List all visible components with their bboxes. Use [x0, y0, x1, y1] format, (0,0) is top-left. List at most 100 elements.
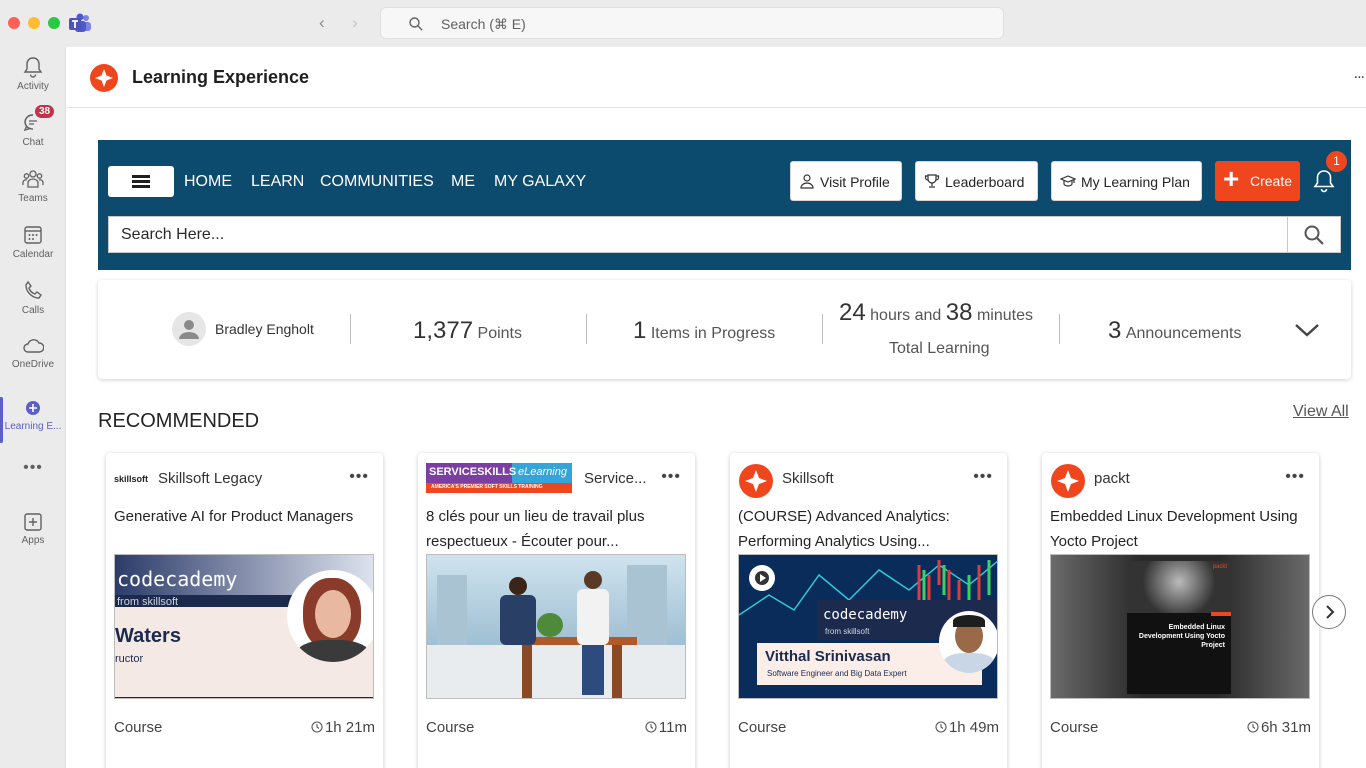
hours-label: hours and: [870, 307, 942, 324]
divider: [1059, 314, 1060, 344]
rail-item-calendar[interactable]: Calendar: [0, 223, 66, 275]
rail-item-teams[interactable]: Teams: [0, 167, 66, 219]
skillsoft-logo-icon: [739, 464, 773, 498]
learning-experience-logo-icon: [90, 64, 118, 92]
avatar[interactable]: [172, 312, 206, 346]
nav-communities[interactable]: COMMUNITIES: [320, 173, 434, 191]
notification-bell-icon[interactable]: [1312, 168, 1336, 194]
thumb-role: Software Engineer and Big Data Expert: [767, 669, 907, 678]
points-stat[interactable]: 1,377 Points: [413, 317, 522, 345]
learning-nav-bar: HOME LEARN COMMUNITIES ME MY GALAXY Visi…: [98, 140, 1351, 270]
close-window-button[interactable]: [8, 17, 20, 29]
nav-me[interactable]: ME: [451, 173, 475, 191]
course-thumbnail[interactable]: packt Embedded Linux Development Using Y…: [1050, 554, 1310, 699]
teams-search-box[interactable]: Search (⌘ E): [380, 7, 1004, 39]
learner-stats-bar: Bradley Engholt 1,377 Points 1 Items in …: [98, 280, 1351, 379]
provider-name: Skillsoft Legacy: [158, 470, 263, 487]
thumb-name: Waters: [115, 625, 181, 647]
back-arrow-icon[interactable]: ‹: [319, 13, 325, 33]
nav-my-galaxy[interactable]: MY GALAXY: [494, 173, 586, 191]
course-type: Course: [426, 719, 475, 736]
rail-item-activity[interactable]: Activity: [0, 55, 66, 107]
nav-learn[interactable]: LEARN: [251, 173, 304, 191]
carousel-next-button[interactable]: [1312, 595, 1346, 629]
visit-profile-button[interactable]: Visit Profile: [790, 161, 902, 201]
zoom-window-button[interactable]: [48, 17, 60, 29]
chevron-down-icon[interactable]: [1294, 322, 1320, 338]
total-learning-stat[interactable]: 24 hours and 38 minutes: [839, 299, 1033, 327]
thumb-sub: from skillsoft: [825, 627, 870, 636]
card-more-icon[interactable]: •••: [349, 468, 369, 486]
minutes-label: minutes: [976, 307, 1033, 324]
search-icon: [409, 17, 423, 31]
course-thumbnail[interactable]: codecademy from skillsoft Waters ructor: [114, 554, 374, 699]
rail-item-calls[interactable]: Calls: [0, 279, 66, 331]
visit-profile-label: Visit Profile: [820, 174, 890, 190]
course-title[interactable]: Generative AI for Product Managers: [114, 504, 376, 529]
announcements-stat[interactable]: 3 Announcements: [1108, 317, 1241, 345]
thumb-brand: codecademy: [117, 567, 238, 591]
card-more-icon[interactable]: •••: [1285, 468, 1305, 486]
course-type: Course: [114, 719, 163, 736]
course-card[interactable]: Skillsoft ••• (COURSE) Advanced Analytic…: [730, 453, 1007, 768]
rail-item-learning[interactable]: Learning E...: [0, 397, 66, 451]
user-icon: [800, 174, 814, 189]
calendar-icon: [24, 226, 42, 244]
content-search-placeholder: Search Here...: [121, 226, 225, 243]
card-more-icon[interactable]: •••: [973, 468, 993, 486]
course-type: Course: [1050, 719, 1099, 736]
rail-item-onedrive[interactable]: OneDrive: [0, 335, 66, 387]
points-label: Points: [477, 325, 522, 342]
more-icon: •••: [23, 459, 43, 476]
course-thumbnail[interactable]: [426, 554, 686, 699]
course-duration: 6h 31m: [1247, 719, 1311, 736]
minimize-window-button[interactable]: [28, 17, 40, 29]
course-duration: 1h 49m: [935, 719, 999, 736]
play-icon[interactable]: [749, 565, 775, 591]
rail-label: Chat: [22, 137, 44, 148]
skillsoft-logo-icon: [1051, 464, 1085, 498]
leaderboard-button[interactable]: Leaderboard: [915, 161, 1038, 201]
hours-value: 24: [839, 299, 866, 326]
provider-name: packt: [1094, 470, 1130, 487]
items-in-progress-stat[interactable]: 1 Items in Progress: [633, 317, 775, 345]
thumb-role: ructor: [115, 653, 144, 665]
course-card[interactable]: SERVICESKILLS eLearning AMERICA'S PREMIE…: [418, 453, 695, 768]
hamburger-menu-button[interactable]: [108, 166, 174, 197]
course-title[interactable]: 8 clés pour un lieu de travail plus resp…: [426, 504, 688, 554]
instructor-photo: [287, 570, 373, 662]
clock-icon: [311, 721, 323, 733]
skillsoft-legacy-logo: skillsoft: [114, 474, 149, 484]
more-options-icon[interactable]: ...: [1354, 65, 1365, 83]
course-card[interactable]: skillsoft Skillsoft Legacy ••• Generativ…: [106, 453, 383, 768]
book-title: Embedded Linux Development Using Yocto P…: [1138, 624, 1225, 649]
learning-icon: [26, 401, 40, 415]
content-search-button[interactable]: [1287, 217, 1340, 252]
provider-name: Service...: [584, 470, 647, 487]
recommended-heading: RECOMMENDED: [98, 410, 260, 432]
rail-more-button[interactable]: •••: [0, 459, 66, 483]
nav-home[interactable]: HOME: [184, 173, 232, 191]
forward-arrow-icon[interactable]: ›: [352, 13, 358, 33]
provider-name: Skillsoft: [782, 470, 834, 487]
phone-icon: [25, 280, 42, 299]
card-more-icon[interactable]: •••: [661, 468, 681, 486]
clock-icon: [645, 721, 657, 733]
my-learning-plan-button[interactable]: My Learning Plan: [1051, 161, 1202, 201]
view-all-link[interactable]: View All: [1293, 403, 1349, 421]
content-search-box[interactable]: Search Here...: [108, 216, 1341, 253]
rail-item-apps[interactable]: Apps: [0, 511, 66, 563]
instructor-photo: [939, 611, 997, 673]
course-type: Course: [738, 719, 787, 736]
create-button[interactable]: + Create: [1215, 161, 1300, 201]
leaderboard-label: Leaderboard: [945, 174, 1025, 190]
course-title[interactable]: Embedded Linux Development Using Yocto P…: [1050, 504, 1312, 554]
course-title[interactable]: (COURSE) Advanced Analytics: Performing …: [738, 504, 1000, 554]
serviceskills-logo: SERVICESKILLS eLearning AMERICA'S PREMIE…: [426, 463, 572, 493]
rail-label: Calls: [21, 305, 45, 316]
course-card[interactable]: packt ••• Embedded Linux Development Usi…: [1042, 453, 1319, 768]
rail-item-chat[interactable]: 38 Chat: [0, 104, 66, 163]
course-thumbnail[interactable]: codecademy from skillsoft Vitthal Sriniv…: [738, 554, 998, 699]
user-name[interactable]: Bradley Engholt: [215, 321, 314, 337]
cloud-icon: [23, 339, 44, 353]
